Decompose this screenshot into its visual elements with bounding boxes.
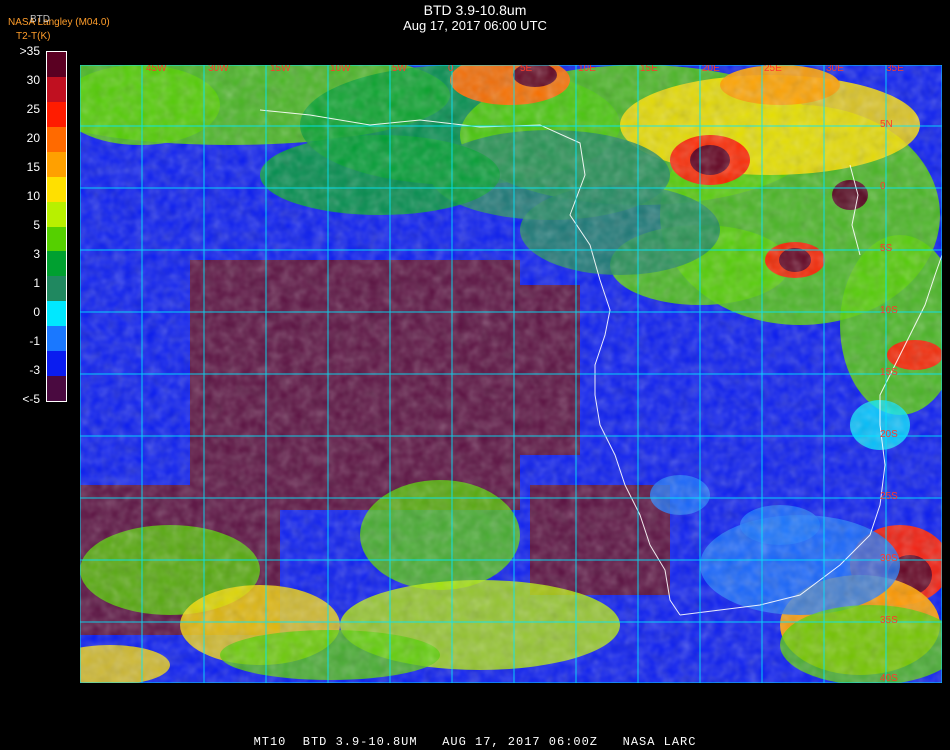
legend-swatch [47,351,66,377]
units-label: T2-T(K) [16,31,51,42]
latitude-label: 0 [880,181,886,192]
longitude-label: 45W [146,65,167,74]
legend-label: <-5 [22,392,40,406]
legend-label: 1 [33,276,40,290]
longitude-label: 20E [702,65,720,74]
satellite-map: 45W 30W 15W 10W 5W 0 5E 10E 15E 20E 25E 30E 35E 5N 0 5… [80,65,942,683]
image-timestamp: Aug 17, 2017 06:00 UTC [403,18,547,33]
legend-label: 5 [33,218,40,232]
longitude-label: 5W [392,65,408,74]
latitude-label: 20S [880,429,898,440]
longitude-label: 10W [330,65,351,74]
legend-swatch [47,251,66,277]
legend-overlay-label: BTD [30,14,50,25]
latitude-label: 40S [880,673,898,683]
credit-label: NASA Langley (M04.0) [8,17,110,28]
legend-swatch [47,176,66,203]
longitude-label: 0 [448,65,454,74]
longitude-label: 30E [826,65,844,74]
legend-swatch [47,301,66,327]
longitude-label: 25E [764,65,782,74]
legend-label: 20 [26,131,40,145]
legend-swatch [47,52,66,78]
legend-swatch [47,151,66,178]
legend-swatch [47,101,66,128]
legend-swatch [47,376,66,402]
legend-label: 3 [33,247,40,261]
legend-label: 0 [33,305,40,319]
legend-label: 15 [26,160,40,174]
legend-label: >35 [19,44,40,58]
longitude-label: 15W [270,65,291,74]
legend-label: 10 [26,189,40,203]
longitude-label: 30W [208,65,229,74]
legend-label: 25 [26,102,40,116]
legend-swatch [47,201,66,227]
latitude-label: 15S [880,367,898,378]
legend-swatch [47,326,66,352]
legend-swatch [47,126,66,153]
legend-label: 30 [26,73,40,87]
legend-label: -1 [29,334,40,348]
bottom-caption: MT10 BTD 3.9-10.8UM AUG 17, 2017 06:00Z … [253,735,697,749]
latitude-label: 10S [880,305,898,316]
latitude-label: 35S [880,615,898,626]
legend-swatch [47,226,66,252]
longitude-label: 35E [886,65,904,74]
legend-swatch [47,76,66,103]
longitude-label: 5E [520,65,533,74]
latitude-label: 5N [880,119,893,130]
longitude-label: 10E [578,65,596,74]
image-title: BTD 3.9-10.8um [423,2,527,18]
color-legend-bar [46,51,67,402]
latitude-label: 30S [880,553,898,564]
legend-swatch [47,276,66,302]
latitude-label: 25S [880,491,898,502]
legend-label: -3 [29,363,40,377]
latitude-label: 5S [880,243,893,254]
longitude-label: 15E [640,65,658,74]
